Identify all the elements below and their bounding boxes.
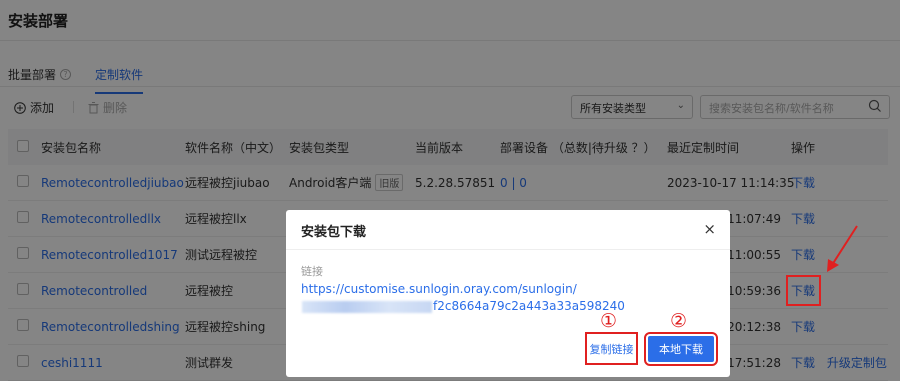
download-url[interactable]: https://customise.sunlogin.oray.com/sunl… — [301, 281, 706, 315]
redacted-segment — [302, 300, 432, 313]
annotation-marker-2: ② — [670, 310, 688, 332]
url-start: https://customise.sunlogin.oray.com/sunl… — [301, 282, 577, 296]
download-modal: 安装包下载 × 链接 https://customise.sunlogin.or… — [286, 210, 730, 377]
close-icon[interactable]: × — [703, 220, 716, 238]
modal-title: 安装包下载 — [301, 225, 367, 240]
local-download-button[interactable]: 本地下载 — [644, 332, 718, 366]
annotation-marker-1: ① — [600, 310, 618, 332]
copy-link-button[interactable]: 复制链接 — [585, 332, 638, 365]
divider — [286, 249, 730, 250]
link-label: 链接 — [301, 265, 323, 278]
url-end: f2c8664a79c2a443a33a598240 — [433, 299, 625, 313]
